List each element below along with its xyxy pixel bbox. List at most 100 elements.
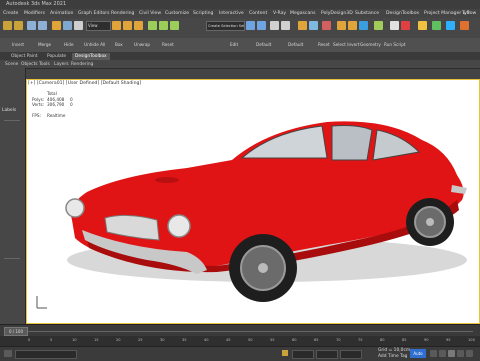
tyflow-icon[interactable] xyxy=(446,21,455,30)
toolbox-star-icon[interactable] xyxy=(418,21,427,30)
ribbon-merge[interactable]: Merge xyxy=(38,42,51,48)
menu-rendering[interactable]: Rendering xyxy=(111,9,134,18)
schematic-view-icon[interactable] xyxy=(309,21,318,30)
unlink-icon[interactable] xyxy=(38,21,47,30)
tab-designtoolbox[interactable]: DesignToolbox xyxy=(72,53,110,60)
menu-designtoolbox[interactable]: DesignToolbox xyxy=(386,9,419,18)
selection-set-dropdown[interactable]: Create Selection Set xyxy=(206,21,245,31)
menu-vray[interactable]: V-Ray xyxy=(273,9,286,18)
align-icon[interactable] xyxy=(257,21,266,30)
select-object-icon[interactable] xyxy=(52,21,61,30)
go-to-start-icon[interactable] xyxy=(430,350,437,357)
percent-snap-icon[interactable] xyxy=(170,21,179,30)
ribbon-reset[interactable]: Reset xyxy=(162,42,174,48)
curve-editor-icon[interactable] xyxy=(298,21,307,30)
select-by-name-icon[interactable] xyxy=(63,21,72,30)
side-window-front xyxy=(331,125,373,161)
viewport-label[interactable]: [+] [Camera01] [User Defined] [Default S… xyxy=(28,81,141,86)
scene-explorer-icon[interactable] xyxy=(270,21,279,30)
menu-civil-view[interactable]: Civil View xyxy=(139,9,161,18)
headlight-left xyxy=(65,198,85,218)
menu-polydesign3d[interactable]: PolyDesign3D xyxy=(321,9,353,18)
divider xyxy=(4,120,20,121)
ribbon-edit[interactable]: Edit xyxy=(230,42,238,48)
substance-icon[interactable] xyxy=(401,21,410,30)
go-to-end-icon[interactable] xyxy=(466,350,473,357)
ribbon-hide[interactable]: Hide xyxy=(64,42,74,48)
coord-z-field[interactable] xyxy=(340,350,362,359)
ribbon-reset-2[interactable]: Reset xyxy=(318,42,330,48)
angle-snap-icon[interactable] xyxy=(159,21,168,30)
polydesign-icon[interactable] xyxy=(390,21,399,30)
ribbon-select-invert[interactable]: Select Invert xyxy=(333,42,360,48)
render-frame-icon[interactable] xyxy=(348,21,357,30)
play-icon[interactable] xyxy=(448,350,455,357)
render-icon[interactable] xyxy=(359,21,368,30)
ribbon-box[interactable]: Box xyxy=(115,42,123,48)
menu-modifiers[interactable]: Modifiers xyxy=(24,9,45,18)
tab-strip: Object Paint Populate DesignToolbox xyxy=(0,52,480,60)
maxscript-listener-icon[interactable] xyxy=(4,350,12,357)
left-panel-label: Labels xyxy=(2,108,17,113)
project-manager-icon[interactable] xyxy=(432,21,441,30)
layer-explorer-icon[interactable] xyxy=(281,21,290,30)
tab-object-paint[interactable]: Object Paint xyxy=(8,53,41,60)
left-panel: Labels xyxy=(0,68,26,324)
menu-scripting[interactable]: Scripting xyxy=(193,9,213,18)
add-time-tag[interactable]: Add Time Tag xyxy=(378,354,407,360)
ribbon-default-1[interactable]: Default xyxy=(256,42,271,48)
rear-wheel-hub xyxy=(426,218,434,226)
link-icon[interactable] xyxy=(27,21,36,30)
menu-content[interactable]: Content xyxy=(249,9,267,18)
ribbon-insert[interactable]: Insert xyxy=(12,42,24,48)
track-bar-tick-label: 55 xyxy=(270,338,275,342)
ribbon-unwrap[interactable]: Unwrap xyxy=(134,42,150,48)
ribbon-geometry[interactable]: Geometry xyxy=(360,42,381,48)
track-bar[interactable]: 0 5 10 15 20 25 30 35 40 45 50 55 60 65 70 75 80 85 90 95 10… xyxy=(0,336,480,346)
ribbon-default-2[interactable]: Default xyxy=(288,42,303,48)
scene-menu-rendering[interactable]: Rendering xyxy=(68,61,96,68)
menu-tyflow[interactable]: Tyflow xyxy=(462,9,476,18)
coord-y-field[interactable] xyxy=(316,350,338,359)
rotate-icon[interactable] xyxy=(123,21,132,30)
vray-icon[interactable] xyxy=(374,21,383,30)
previous-frame-icon[interactable] xyxy=(439,350,446,357)
ribbon-run-script[interactable]: Run Script xyxy=(384,42,406,48)
hood-scoop xyxy=(155,177,179,183)
mirror-icon[interactable] xyxy=(246,21,255,30)
stats-verts-value: 306,790 xyxy=(47,102,65,107)
menu-substance[interactable]: Substance xyxy=(355,9,379,18)
menu-interactive[interactable]: Interactive xyxy=(219,9,244,18)
menu-create[interactable]: Create xyxy=(3,9,18,18)
redo-icon[interactable] xyxy=(14,21,23,30)
maxscript-mini-listener[interactable] xyxy=(15,350,77,359)
ribbon-unhide-all[interactable]: Unhide All xyxy=(84,42,105,48)
menu-megascans[interactable]: Megascans xyxy=(290,9,316,18)
menu-customize[interactable]: Customize xyxy=(165,9,189,18)
undo-icon[interactable] xyxy=(3,21,12,30)
next-frame-icon[interactable] xyxy=(457,350,464,357)
menu-graph-editors[interactable]: Graph Editors xyxy=(78,9,110,18)
menu-animation[interactable]: Animation xyxy=(50,9,73,18)
time-slider-thumb[interactable]: 0 / 100 xyxy=(4,327,28,336)
tab-populate[interactable]: Populate xyxy=(44,53,69,60)
coord-x-field[interactable] xyxy=(292,350,314,359)
material-editor-icon[interactable] xyxy=(322,21,331,30)
track-bar-tick-label: 45 xyxy=(226,338,231,342)
render-setup-icon[interactable] xyxy=(337,21,346,30)
track-bar-tick-label: 90 xyxy=(424,338,429,342)
ribbon: Insert Merge Hide Unhide All Box Unwrap … xyxy=(0,38,480,53)
perspective-viewport[interactable] xyxy=(26,79,480,324)
selection-region-icon[interactable] xyxy=(74,21,83,30)
stats-fps-value: Realtime xyxy=(47,113,66,118)
stats-verts-label: Verts: xyxy=(32,102,45,107)
move-icon[interactable] xyxy=(112,21,121,30)
view-dropdown[interactable]: View xyxy=(86,21,111,31)
stats-fps-label: FPS: xyxy=(32,113,42,118)
front-wheel-hub xyxy=(258,263,268,273)
lock-selection-icon[interactable] xyxy=(282,350,288,356)
snap-icon[interactable] xyxy=(148,21,157,30)
auto-key-button[interactable]: Auto xyxy=(410,349,426,358)
scale-icon[interactable] xyxy=(134,21,143,30)
script-icon[interactable] xyxy=(460,21,469,30)
